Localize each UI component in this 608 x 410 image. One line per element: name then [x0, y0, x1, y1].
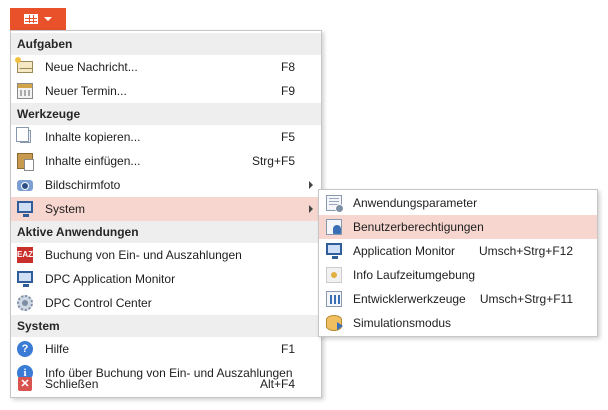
menu-item-label: Hilfe — [45, 342, 70, 356]
chevron-down-icon — [44, 17, 52, 21]
paste-icon — [17, 153, 34, 171]
main-menu: Aufgaben Neue Nachricht... F8 Neuer Term… — [10, 30, 322, 398]
menu-item-shortcut: F9 — [280, 84, 295, 98]
menu-item-label: Inhalte einfügen... — [45, 154, 141, 168]
menu-item-label: DPC Control Center — [45, 296, 152, 310]
menu-item-label: Simulationsmodus — [353, 316, 452, 330]
chevron-right-icon — [309, 205, 313, 213]
submenu-item-info-laufzeitumgebung[interactable]: Info Laufzeitumgebung — [319, 263, 597, 287]
menu-item-label: Buchung von Ein- und Auszahlungen — [45, 248, 242, 262]
menu-item-label: Anwendungsparameter — [353, 196, 478, 210]
menu-item-shortcut: F1 — [280, 342, 295, 356]
menu-item-shortcut: Alt+F4 — [259, 377, 295, 391]
copy-icon — [16, 127, 31, 143]
menu-item-label: DPC Application Monitor — [45, 272, 176, 286]
menu-item-system[interactable]: System — [11, 197, 321, 221]
system-submenu: Anwendungsparameter Benutzerberechtigung… — [318, 189, 598, 337]
menu-item-label: Bildschirmfoto — [45, 178, 121, 192]
menu-item-dpc-application-monitor[interactable]: DPC Application Monitor — [11, 267, 321, 291]
new-appointment-icon — [17, 83, 33, 99]
menu-item-label: Info Laufzeitumgebung — [353, 268, 476, 282]
submenu-item-anwendungsparameter[interactable]: Anwendungsparameter — [319, 191, 597, 215]
section-header-aktive-anwendungen: Aktive Anwendungen — [11, 221, 321, 243]
menu-item-shortcut: F5 — [280, 130, 295, 144]
menu-item-dpc-control-center[interactable]: DPC Control Center — [11, 291, 321, 315]
menu-item-neue-nachricht[interactable]: Neue Nachricht... F8 — [11, 55, 321, 79]
section-header-aufgaben: Aufgaben — [11, 33, 321, 55]
monitor-icon — [326, 243, 342, 259]
menu-item-label: Inhalte kopieren... — [45, 130, 141, 144]
menu-item-label: Schließen — [45, 377, 99, 391]
menu-item-label: Benutzerberechtigungen — [353, 220, 484, 234]
gear-icon — [17, 295, 33, 311]
help-icon: ? — [17, 341, 33, 357]
developer-tools-icon — [326, 291, 342, 307]
new-message-icon — [15, 57, 33, 73]
menu-item-label: Neue Nachricht... — [45, 60, 138, 74]
menu-item-label: Entwicklerwerkzeuge — [353, 292, 466, 306]
app-menu-button[interactable] — [10, 8, 66, 30]
menu-item-inhalte-einfuegen[interactable]: Inhalte einfügen... Strg+F5 — [11, 149, 321, 173]
submenu-item-simulationsmodus[interactable]: Simulationsmodus — [319, 311, 597, 335]
submenu-item-application-monitor[interactable]: Application Monitor Umsch+Strg+F12 — [319, 239, 597, 263]
section-header-system: System — [11, 315, 321, 337]
section-header-werkzeuge: Werkzeuge — [11, 103, 321, 125]
submenu-item-benutzerberechtigungen[interactable]: Benutzerberechtigungen — [319, 215, 597, 239]
chevron-right-icon — [309, 181, 313, 189]
menu-item-label: System — [45, 202, 86, 216]
camera-icon — [17, 180, 33, 191]
menu-item-shortcut: Strg+F5 — [251, 154, 295, 168]
menu-item-shortcut: F8 — [280, 60, 295, 74]
menu-item-shortcut: Umsch+Strg+F11 — [479, 292, 573, 306]
user-permissions-icon — [326, 219, 342, 235]
close-icon: ✕ — [18, 377, 32, 391]
menu-item-label: Application Monitor — [353, 244, 456, 258]
monitor-icon — [17, 201, 33, 217]
runtime-info-icon — [326, 267, 342, 283]
simulation-icon — [326, 315, 343, 331]
grid-icon — [24, 14, 38, 24]
eaz-icon: EAZ — [17, 247, 33, 263]
menu-item-label: Neuer Termin... — [45, 84, 127, 98]
menu-item-schliessen-row[interactable]: ✕ Schließen Alt+F4 — [11, 372, 321, 396]
parameters-icon — [326, 195, 344, 213]
monitor-icon — [17, 271, 33, 287]
menu-item-buchung[interactable]: EAZ Buchung von Ein- und Auszahlungen — [11, 243, 321, 267]
submenu-item-entwicklerwerkzeuge[interactable]: Entwicklerwerkzeuge Umsch+Strg+F11 — [319, 287, 597, 311]
menu-item-shortcut: Umsch+Strg+F12 — [478, 244, 573, 258]
menu-item-hilfe[interactable]: ? Hilfe F1 — [11, 337, 321, 361]
menu-item-bildschirmfoto[interactable]: Bildschirmfoto — [11, 173, 321, 197]
menu-item-inhalte-kopieren[interactable]: Inhalte kopieren... F5 — [11, 125, 321, 149]
menu-item-neuer-termin[interactable]: Neuer Termin... F9 — [11, 79, 321, 103]
